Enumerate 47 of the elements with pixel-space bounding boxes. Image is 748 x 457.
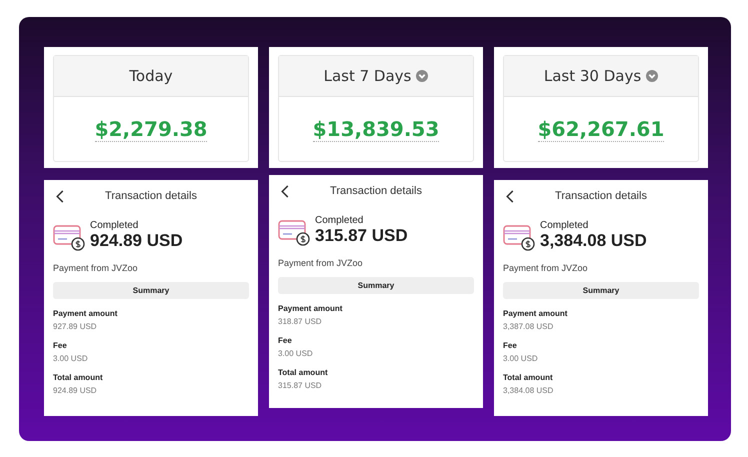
field-value: 3.00 USD <box>503 354 539 363</box>
revenue-amount: $2,279.38 <box>94 116 208 142</box>
chevron-down-icon[interactable] <box>646 70 658 82</box>
status-label: Completed <box>90 220 140 231</box>
field-value: 3.00 USD <box>53 354 89 363</box>
field-value: 924.89 USD <box>53 386 98 395</box>
transaction-amount: 315.87 USD <box>315 226 408 246</box>
screen-title: Transaction details <box>554 190 648 202</box>
summary-header: Summary <box>503 282 699 299</box>
field-label: Total amount <box>503 373 554 382</box>
field-value: 318.87 USD <box>278 317 323 326</box>
field-value: 3.00 USD <box>278 349 314 358</box>
screen-title: Transaction details <box>329 185 423 197</box>
summary-header: Summary <box>53 282 249 299</box>
period-label: Last 30 Days <box>544 67 642 85</box>
revenue-amount: $62,267.61 <box>538 116 664 142</box>
period-label: Today <box>129 67 173 85</box>
field-label: Payment amount <box>278 304 344 313</box>
chevron-down-icon[interactable] <box>416 70 428 82</box>
payment-source: Payment from JVZoo <box>503 263 589 273</box>
status-label: Completed <box>540 220 590 231</box>
payment-source: Payment from JVZoo <box>53 263 139 273</box>
status-label: Completed <box>315 215 364 226</box>
revenue-amount: $13,839.53 <box>312 116 440 142</box>
payment-source: Payment from JVZoo <box>278 258 364 268</box>
transaction-amount: 3,384.08 USD <box>540 231 647 251</box>
back-icon[interactable] <box>281 184 289 198</box>
field-value: 927.89 USD <box>53 322 98 331</box>
back-icon[interactable] <box>56 190 64 202</box>
field-label: Total amount <box>53 373 104 382</box>
field-label: Total amount <box>278 368 329 377</box>
period-label: Last 7 Days <box>324 67 412 85</box>
field-label: Payment amount <box>503 309 568 318</box>
field-label: Fee <box>53 341 68 350</box>
field-label: Fee <box>278 336 293 345</box>
field-label: Payment amount <box>53 309 118 318</box>
card-payment-icon <box>53 225 85 251</box>
summary-header: Summary <box>278 277 474 294</box>
field-value: 3,387.08 USD <box>503 322 554 331</box>
card-payment-icon <box>503 225 535 251</box>
field-value: 3,384.08 USD <box>503 386 554 395</box>
transaction-amount: 924.89 USD <box>90 231 183 251</box>
field-value: 315.87 USD <box>278 381 323 390</box>
screen-title: Transaction details <box>104 190 198 202</box>
back-icon[interactable] <box>506 190 514 202</box>
card-payment-icon <box>278 220 310 246</box>
field-label: Fee <box>503 341 518 350</box>
